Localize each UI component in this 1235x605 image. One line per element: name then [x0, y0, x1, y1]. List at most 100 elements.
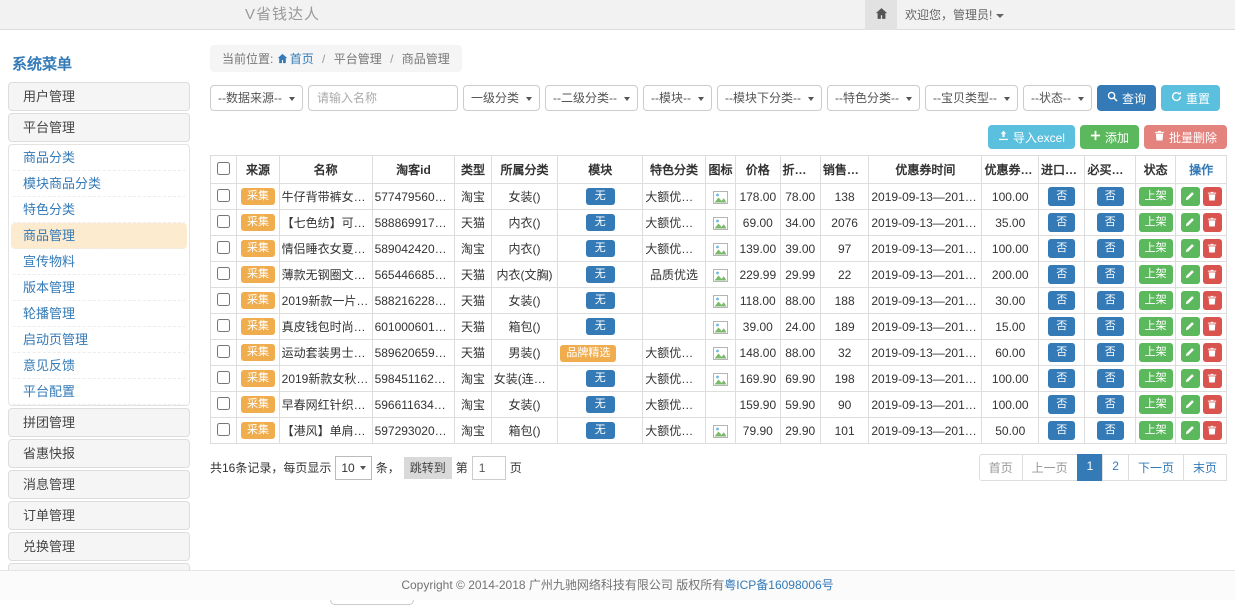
delete-button[interactable] — [1203, 317, 1222, 336]
add-button[interactable]: 添加 — [1080, 125, 1139, 149]
sidebar-item-user-management[interactable]: 用户管理 — [8, 82, 190, 111]
import-select-toggle[interactable]: 否 — [1048, 317, 1075, 336]
row-checkbox[interactable] — [217, 423, 230, 436]
sidebar-item[interactable]: 省惠快报 — [8, 439, 190, 468]
status-badge[interactable]: 上架 — [1139, 213, 1173, 232]
filter-select[interactable]: 一级分类 — [463, 85, 540, 111]
must-buy-toggle[interactable]: 否 — [1097, 317, 1124, 336]
import-select-toggle[interactable]: 否 — [1048, 343, 1075, 362]
edit-button[interactable] — [1181, 265, 1200, 284]
select-all-checkbox[interactable] — [217, 162, 230, 175]
row-checkbox[interactable] — [217, 371, 230, 384]
status-badge[interactable]: 上架 — [1139, 187, 1173, 206]
edit-button[interactable] — [1181, 421, 1200, 440]
status-badge[interactable]: 上架 — [1139, 291, 1173, 310]
sidebar-submenu-item[interactable]: 版本管理 — [11, 275, 187, 301]
filter-select[interactable]: --宝贝类型-- — [925, 85, 1018, 111]
row-checkbox[interactable] — [217, 293, 230, 306]
sidebar-submenu-item[interactable]: 商品管理 — [11, 223, 187, 249]
sidebar-submenu-item[interactable]: 商品分类 — [11, 145, 187, 171]
edit-button[interactable] — [1181, 317, 1200, 336]
sidebar-submenu-item[interactable]: 轮播管理 — [11, 301, 187, 327]
pager-item[interactable]: 1 — [1077, 454, 1104, 481]
pager-item[interactable]: 上一页 — [1022, 454, 1078, 481]
edit-button[interactable] — [1181, 213, 1200, 232]
pager-item[interactable]: 2 — [1102, 454, 1129, 481]
reset-button[interactable]: 重置 — [1161, 85, 1220, 111]
edit-button[interactable] — [1181, 187, 1200, 206]
must-buy-toggle[interactable]: 否 — [1097, 343, 1124, 362]
icp-link[interactable]: 粤ICP备16098006号 — [724, 578, 833, 592]
pager-item[interactable]: 末页 — [1183, 454, 1227, 481]
import-select-toggle[interactable]: 否 — [1048, 265, 1075, 284]
row-checkbox[interactable] — [217, 319, 230, 332]
import-excel-button[interactable]: 导入excel — [988, 125, 1075, 149]
delete-button[interactable] — [1203, 343, 1222, 362]
delete-button[interactable] — [1203, 213, 1222, 232]
sidebar-submenu-item[interactable]: 启动页管理 — [11, 327, 187, 353]
batch-delete-button[interactable]: 批量删除 — [1144, 125, 1227, 149]
filter-select[interactable]: --二级分类-- — [545, 85, 638, 111]
import-select-toggle[interactable]: 否 — [1048, 395, 1075, 414]
status-badge[interactable]: 上架 — [1139, 265, 1173, 284]
row-checkbox[interactable] — [217, 345, 230, 358]
status-badge[interactable]: 上架 — [1139, 395, 1173, 414]
row-checkbox[interactable] — [217, 241, 230, 254]
delete-button[interactable] — [1203, 421, 1222, 440]
import-select-toggle[interactable]: 否 — [1048, 187, 1075, 206]
import-select-toggle[interactable]: 否 — [1048, 213, 1075, 232]
data-source-select[interactable]: --数据来源-- — [210, 85, 303, 111]
must-buy-toggle[interactable]: 否 — [1097, 239, 1124, 258]
breadcrumb-home-link[interactable]: 首页 — [277, 52, 317, 66]
delete-button[interactable] — [1203, 265, 1222, 284]
search-button[interactable]: 查询 — [1097, 85, 1156, 111]
user-menu[interactable]: 欢迎您，管理员! — [905, 0, 1004, 30]
import-select-toggle[interactable]: 否 — [1048, 291, 1075, 310]
import-select-toggle[interactable]: 否 — [1048, 421, 1075, 440]
name-search-input[interactable] — [308, 85, 458, 111]
delete-button[interactable] — [1203, 291, 1222, 310]
edit-button[interactable] — [1181, 239, 1200, 258]
jump-to-button[interactable]: 跳转到 — [404, 457, 452, 479]
edit-button[interactable] — [1181, 395, 1200, 414]
sidebar-submenu-item[interactable]: 模块商品分类 — [11, 171, 187, 197]
edit-button[interactable] — [1181, 369, 1200, 388]
sidebar-item[interactable]: 统计管理 — [8, 563, 190, 570]
status-badge[interactable]: 上架 — [1139, 421, 1173, 440]
filter-select[interactable]: --状态-- — [1023, 85, 1092, 111]
row-checkbox[interactable] — [217, 397, 230, 410]
delete-button[interactable] — [1203, 395, 1222, 414]
status-badge[interactable]: 上架 — [1139, 343, 1173, 362]
filter-select[interactable]: --模块下分类-- — [717, 85, 822, 111]
sidebar-submenu-item[interactable]: 宣传物料 — [11, 249, 187, 275]
must-buy-toggle[interactable]: 否 — [1097, 265, 1124, 284]
edit-button[interactable] — [1181, 291, 1200, 310]
status-badge[interactable]: 上架 — [1139, 369, 1173, 388]
sidebar-item[interactable]: 拼团管理 — [8, 408, 190, 437]
filter-select[interactable]: --特色分类-- — [827, 85, 920, 111]
page-number-input[interactable] — [472, 456, 506, 480]
status-badge[interactable]: 上架 — [1139, 239, 1173, 258]
delete-button[interactable] — [1203, 187, 1222, 206]
sidebar-item[interactable]: 兑换管理 — [8, 532, 190, 561]
import-select-toggle[interactable]: 否 — [1048, 239, 1075, 258]
sidebar-item[interactable]: 订单管理 — [8, 501, 190, 530]
row-checkbox[interactable] — [217, 215, 230, 228]
must-buy-toggle[interactable]: 否 — [1097, 369, 1124, 388]
delete-button[interactable] — [1203, 369, 1222, 388]
per-page-select[interactable]: 10 — [335, 456, 371, 480]
sidebar-submenu-item[interactable]: 平台配置 — [11, 379, 187, 405]
edit-button[interactable] — [1181, 343, 1200, 362]
must-buy-toggle[interactable]: 否 — [1097, 213, 1124, 232]
sidebar-item[interactable]: 消息管理 — [8, 470, 190, 499]
sidebar-item-platform-management[interactable]: 平台管理 — [8, 113, 190, 142]
row-checkbox[interactable] — [217, 267, 230, 280]
row-checkbox[interactable] — [217, 189, 230, 202]
delete-button[interactable] — [1203, 239, 1222, 258]
must-buy-toggle[interactable]: 否 — [1097, 421, 1124, 440]
pager-item[interactable]: 下一页 — [1128, 454, 1184, 481]
sidebar-submenu-item[interactable]: 特色分类 — [11, 197, 187, 223]
import-select-toggle[interactable]: 否 — [1048, 369, 1075, 388]
must-buy-toggle[interactable]: 否 — [1097, 291, 1124, 310]
must-buy-toggle[interactable]: 否 — [1097, 187, 1124, 206]
